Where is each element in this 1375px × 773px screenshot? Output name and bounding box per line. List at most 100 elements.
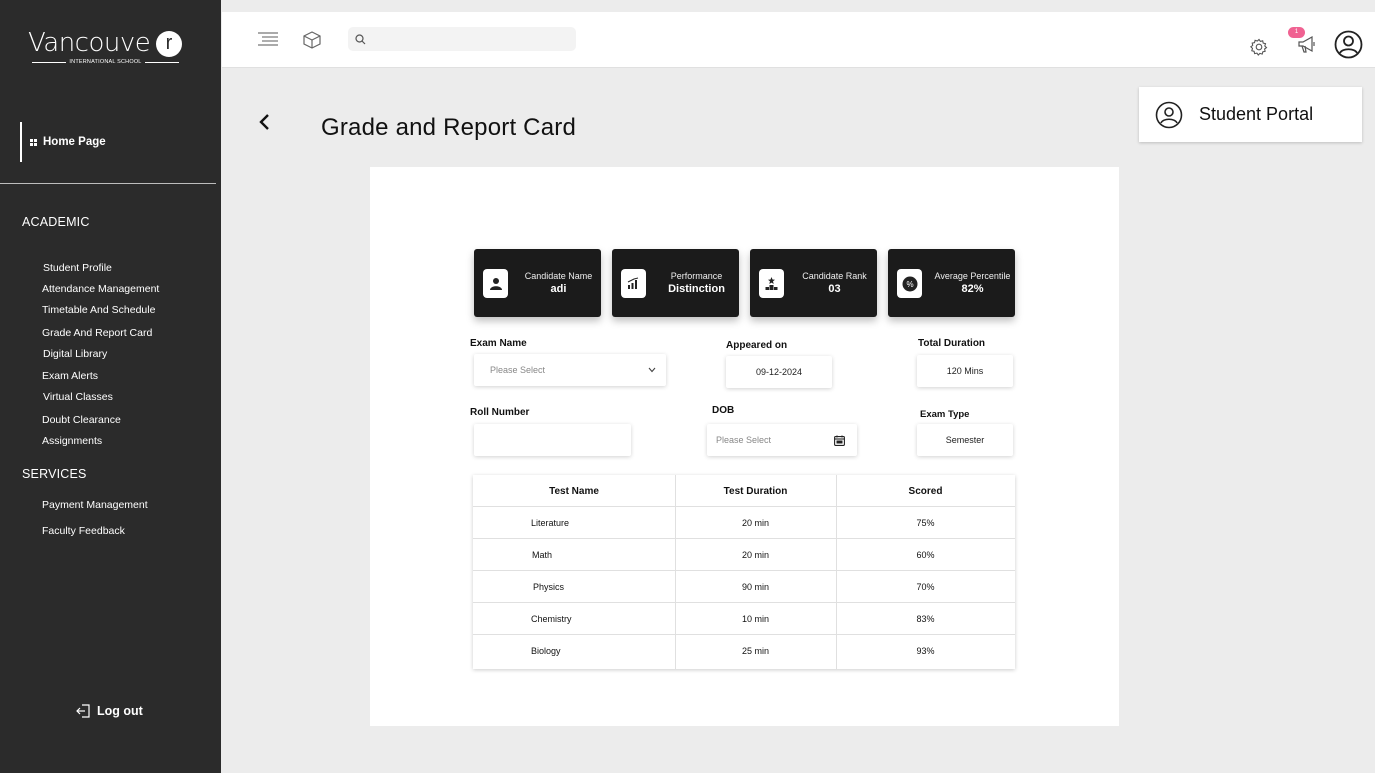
section-title-services: SERVICES <box>22 467 87 481</box>
sidebar-item-attendance[interactable]: Attendance Management <box>42 283 159 295</box>
stat-label: Average Percentile <box>934 271 1011 281</box>
table-row: Chemistry 10 min 83% <box>473 603 1015 635</box>
logout-label: Log out <box>97 704 143 718</box>
gear-icon[interactable] <box>1250 38 1268 56</box>
stat-value: adi <box>550 283 567 295</box>
search-input[interactable] <box>348 27 576 51</box>
appeared-on-field[interactable]: 09-12-2024 <box>726 356 832 388</box>
table-row: Math 20 min 60% <box>473 539 1015 571</box>
table-row: Biology 25 min 93% <box>473 635 1015 667</box>
menu-icon[interactable] <box>258 32 278 46</box>
sidebar-item-virtual-classes[interactable]: Virtual Classes <box>43 391 113 403</box>
sidebar-item-label: Home Page <box>43 136 106 148</box>
logo-wordmark: Vancouve <box>28 28 151 58</box>
test-duration-cell: 20 min <box>741 518 769 528</box>
exam-type-field[interactable]: Semester <box>917 424 1013 456</box>
sidebar-item-payment[interactable]: Payment Management <box>42 499 148 511</box>
sidebar-divider <box>0 183 216 184</box>
total-duration-field[interactable]: 120 Mins <box>917 355 1013 387</box>
table-header-row: Test Name Test Duration Scored <box>473 475 1015 507</box>
test-duration-cell: 10 min <box>741 614 769 624</box>
box-icon[interactable] <box>302 30 322 50</box>
stat-value: Distinction <box>668 283 725 295</box>
notification-badge: 1 <box>1288 27 1305 38</box>
sidebar-item-doubt-clearance[interactable]: Doubt Clearance <box>42 414 121 426</box>
stat-value: 82% <box>961 283 984 295</box>
user-account-icon[interactable] <box>1334 30 1363 59</box>
scores-table: Test Name Test Duration Scored Literatur… <box>473 475 1015 669</box>
student-portal-label: Student Portal <box>1199 104 1314 124</box>
back-arrow-icon[interactable] <box>257 113 271 131</box>
test-duration-cell: 20 min <box>741 550 769 560</box>
column-header-test-duration: Test Duration <box>723 485 788 497</box>
stat-label: Candidate Name <box>524 271 593 281</box>
sidebar-item-digital-library[interactable]: Digital Library <box>43 348 107 360</box>
top-bar: 1 <box>222 12 1375 68</box>
sidebar-item-timetable[interactable]: Timetable And Schedule <box>42 304 155 316</box>
user-icon <box>483 269 508 298</box>
exam-name-select[interactable]: Please Select <box>474 354 666 386</box>
scored-cell: 70% <box>916 582 935 592</box>
test-name-cell: Physics <box>533 582 565 592</box>
chevron-down-icon <box>648 367 656 373</box>
stat-value: 03 <box>828 283 841 295</box>
exam-type-label: Exam Type <box>920 409 970 420</box>
stat-candidate-name: Candidate Name adi <box>474 249 601 317</box>
logo-r-badge: r <box>156 31 182 57</box>
sidebar-item-assignments[interactable]: Assignments <box>42 435 102 447</box>
roll-number-label: Roll Number <box>470 407 530 418</box>
sidebar-item-student-profile[interactable]: Student Profile <box>43 262 112 274</box>
test-duration-cell: 90 min <box>741 582 769 592</box>
stat-label: Performance <box>670 271 723 281</box>
exam-name-label: Exam Name <box>470 338 527 349</box>
logout-icon <box>76 704 90 718</box>
total-duration-label: Total Duration <box>918 338 986 349</box>
logo-divider-right <box>145 62 179 63</box>
grid-icon <box>30 138 37 146</box>
search-icon <box>355 34 366 45</box>
report-card-panel: Candidate Name adi Performance Distincti… <box>370 167 1119 726</box>
school-logo[interactable]: Vancouve r INTERNATIONAL SCHOOL <box>28 28 183 68</box>
stat-candidate-rank: Candidate Rank 03 <box>750 249 877 317</box>
column-header-scored: Scored <box>908 485 943 497</box>
sidebar-item-home[interactable]: Home Page <box>20 122 106 162</box>
appeared-on-label: Appeared on <box>726 340 788 351</box>
test-name-cell: Biology <box>531 646 561 656</box>
sidebar-item-faculty-feedback[interactable]: Faculty Feedback <box>42 525 125 537</box>
scored-cell: 93% <box>916 646 935 656</box>
test-name-cell: Math <box>532 550 553 560</box>
exam-name-placeholder: Please Select <box>490 365 546 375</box>
scored-cell: 60% <box>916 550 935 560</box>
user-circle-icon <box>1155 101 1183 128</box>
student-portal-badge[interactable]: Student Portal <box>1139 87 1362 142</box>
exam-type-value: Semester <box>945 435 985 445</box>
calendar-icon <box>834 435 845 446</box>
podium-icon <box>759 269 784 298</box>
stat-average-percentile: % Average Percentile 82% <box>888 249 1015 317</box>
dob-placeholder: Please Select <box>716 435 772 445</box>
total-duration-value: 120 Mins <box>946 366 984 376</box>
stat-performance: Performance Distinction <box>612 249 739 317</box>
logout-button[interactable]: Log out <box>76 704 143 718</box>
column-divider <box>836 475 837 669</box>
percent-icon: % <box>897 269 922 298</box>
column-header-test-name: Test Name <box>549 485 599 497</box>
sidebar: Vancouve r INTERNATIONAL SCHOOL Home Pag… <box>0 0 221 773</box>
scored-cell: 83% <box>916 614 935 624</box>
test-name-cell: Literature <box>531 518 570 528</box>
svg-text:%: % <box>906 280 913 289</box>
dob-label: DOB <box>712 405 735 416</box>
stat-label: Candidate Rank <box>802 271 867 281</box>
scored-cell: 75% <box>916 518 935 528</box>
appeared-on-value: 09-12-2024 <box>755 367 803 377</box>
megaphone-icon[interactable] <box>1297 36 1317 54</box>
sidebar-item-grade-report[interactable]: Grade And Report Card <box>42 327 152 339</box>
roll-number-field[interactable] <box>474 424 631 456</box>
bar-chart-icon <box>621 269 646 298</box>
table-row: Literature 20 min 75% <box>473 507 1015 539</box>
column-divider <box>675 475 676 669</box>
test-name-cell: Chemistry <box>531 614 572 624</box>
dob-date-picker[interactable]: Please Select <box>707 424 857 456</box>
sidebar-item-exam-alerts[interactable]: Exam Alerts <box>42 370 98 382</box>
test-duration-cell: 25 min <box>741 646 769 656</box>
